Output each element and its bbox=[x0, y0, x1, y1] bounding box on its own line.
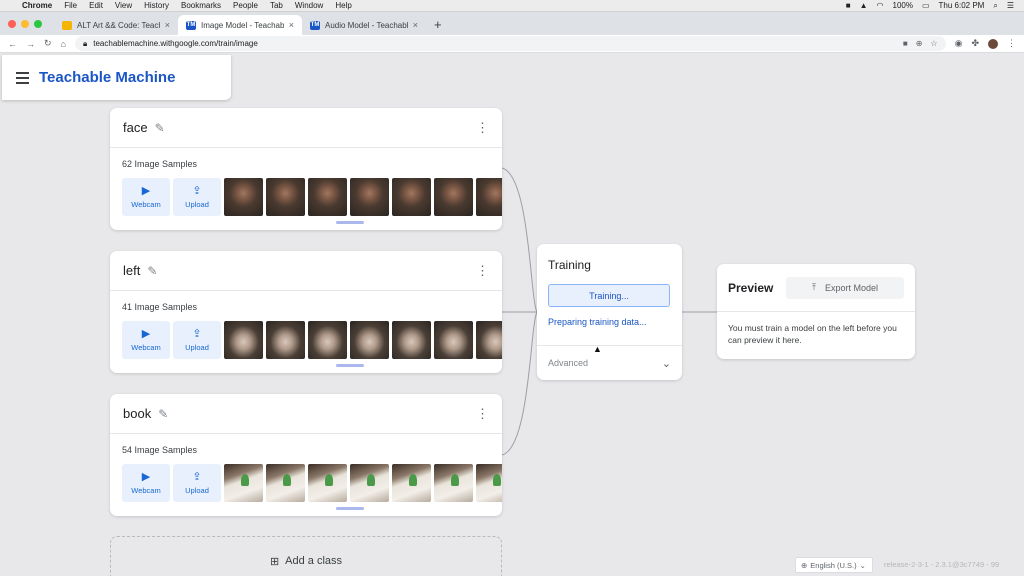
export-icon: ⤒ bbox=[811, 282, 816, 292]
preview-title: Preview bbox=[728, 280, 774, 295]
mouse-cursor-icon: ▲ bbox=[593, 344, 602, 354]
sample-row: ▶ Webcam ⇪ Upload bbox=[122, 464, 502, 502]
scroll-indicator[interactable] bbox=[336, 507, 364, 510]
training-panel: Training Training... Preparing training … bbox=[537, 244, 682, 380]
edit-pencil-icon[interactable]: ✎ bbox=[155, 121, 165, 135]
chevron-down-icon: ⌄ bbox=[859, 560, 866, 570]
edit-pencil-icon[interactable]: ✎ bbox=[147, 264, 157, 278]
sample-thumbnail[interactable] bbox=[224, 178, 263, 216]
export-label: Export Model bbox=[824, 282, 878, 293]
language-select[interactable]: ⊕ English (U.S.) ⌄ bbox=[795, 557, 873, 573]
webcam-button[interactable]: ▶ Webcam bbox=[122, 321, 170, 359]
sample-thumbnail[interactable] bbox=[392, 321, 431, 359]
sample-row: ▶ Webcam ⇪ Upload bbox=[122, 178, 502, 216]
sample-thumbnail[interactable] bbox=[266, 464, 305, 502]
webcam-button[interactable]: ▶ Webcam bbox=[122, 464, 170, 502]
sample-thumbnail[interactable] bbox=[308, 464, 347, 502]
chevron-down-icon: ⌄ bbox=[661, 357, 671, 370]
sample-thumbnail[interactable] bbox=[266, 178, 305, 216]
train-model-button[interactable]: Training... bbox=[548, 284, 670, 307]
class-name[interactable]: left bbox=[123, 263, 140, 278]
upload-button[interactable]: ⇪ Upload bbox=[173, 321, 221, 359]
upload-icon: ⇪ bbox=[192, 327, 202, 340]
upload-button[interactable]: ⇪ Upload bbox=[173, 464, 221, 502]
upload-button[interactable]: ⇪ Upload bbox=[173, 178, 221, 216]
sample-thumbnail[interactable] bbox=[476, 321, 502, 359]
advanced-label: Advanced bbox=[548, 358, 589, 368]
video-camera-icon: ▶ bbox=[141, 327, 151, 340]
class-card-left: left ✎ ⋮ 41 Image Samples ▶ Webcam ⇪ Uploa… bbox=[110, 251, 502, 373]
sample-thumbnail[interactable] bbox=[350, 464, 389, 502]
sample-thumbnail[interactable] bbox=[434, 178, 473, 216]
sample-count: 54 Image Samples bbox=[122, 445, 198, 455]
more-options-icon[interactable]: ⋮ bbox=[476, 264, 489, 277]
export-model-button[interactable]: ⤒ Export Model bbox=[786, 276, 904, 299]
sample-thumbnail[interactable] bbox=[308, 178, 347, 216]
sample-thumbnail[interactable] bbox=[434, 321, 473, 359]
class-card-book: book ✎ ⋮ 54 Image Samples ▶ Webcam ⇪ Uploa… bbox=[110, 394, 502, 516]
add-box-icon: ⊞ bbox=[269, 555, 280, 568]
sample-thumbnail[interactable] bbox=[266, 321, 305, 359]
release-version: release-2-3-1 - 2.3.1@3c7749 - 99 bbox=[884, 560, 1000, 569]
scroll-indicator[interactable] bbox=[336, 364, 364, 367]
preview-panel: Preview ⤒ Export Model You must train a … bbox=[717, 264, 915, 359]
advanced-toggle[interactable]: Advanced ⌄ bbox=[537, 345, 682, 380]
scroll-indicator[interactable] bbox=[336, 221, 364, 224]
upload-icon: ⇪ bbox=[192, 470, 202, 483]
add-class-button[interactable]: ⊞ Add a class bbox=[110, 536, 502, 576]
upload-icon: ⇪ bbox=[192, 184, 202, 197]
add-class-label: Add a class bbox=[285, 555, 343, 567]
sample-count: 62 Image Samples bbox=[122, 159, 198, 169]
sample-thumbnail[interactable] bbox=[224, 321, 263, 359]
class-name[interactable]: book bbox=[123, 406, 151, 421]
globe-icon: ⊕ bbox=[801, 560, 808, 570]
class-card-face: face ✎ ⋮ 62 Image Samples ▶ Webcam ⇪ Uploa… bbox=[110, 108, 502, 230]
class-name[interactable]: face bbox=[123, 120, 148, 135]
sample-thumbnail[interactable] bbox=[392, 464, 431, 502]
sample-row: ▶ Webcam ⇪ Upload bbox=[122, 321, 502, 359]
edit-pencil-icon[interactable]: ✎ bbox=[158, 407, 168, 421]
video-camera-icon: ▶ bbox=[141, 470, 151, 483]
sample-thumbnail[interactable] bbox=[308, 321, 347, 359]
training-status: Preparing training data... bbox=[548, 317, 647, 327]
sample-thumbnail[interactable] bbox=[434, 464, 473, 502]
more-options-icon[interactable]: ⋮ bbox=[476, 407, 489, 420]
language-label: English (U.S.) bbox=[810, 560, 857, 570]
sample-thumbnail[interactable] bbox=[224, 464, 263, 502]
video-camera-icon: ▶ bbox=[141, 184, 151, 197]
training-title: Training bbox=[548, 258, 591, 272]
webcam-button[interactable]: ▶ Webcam bbox=[122, 178, 170, 216]
sample-thumbnail[interactable] bbox=[476, 464, 502, 502]
more-options-icon[interactable]: ⋮ bbox=[476, 121, 489, 134]
sample-thumbnail[interactable] bbox=[350, 178, 389, 216]
sample-thumbnail[interactable] bbox=[392, 178, 431, 216]
sample-thumbnail[interactable] bbox=[476, 178, 502, 216]
sample-thumbnail[interactable] bbox=[350, 321, 389, 359]
sample-count: 41 Image Samples bbox=[122, 302, 198, 312]
preview-message: You must train a model on the left befor… bbox=[728, 323, 897, 345]
